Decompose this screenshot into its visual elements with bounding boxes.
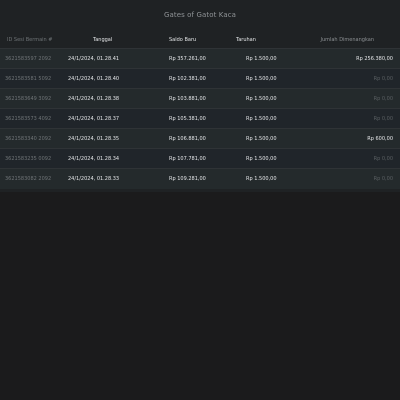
history-table: ID Sesi Bermain # Tanggal Saldo Baru Tar… <box>0 31 400 189</box>
column-header-win: Jumlah Dimenangkan <box>320 36 374 43</box>
page-title: Gates of Gatot Kaca <box>163 11 237 19</box>
balance-cell: Rp 106.881,00 <box>169 135 206 142</box>
table-row[interactable]: 3621583340 2092 24/1/2024, 01.28.35 Rp 106… <box>0 128 400 149</box>
balance-cell: Rp 103.881,00 <box>169 95 206 102</box>
table-row[interactable]: 3621583573 4092 24/1/2024, 01.28.37 Rp 105… <box>0 108 400 129</box>
column-header-date: Tanggal <box>93 36 113 43</box>
table-row[interactable]: 3621583581 5092 24/1/2024, 01.28.40 Rp 102… <box>0 68 400 89</box>
session-id-cell: 3621583597 2092 <box>5 55 52 62</box>
balance-cell: Rp 105.381,00 <box>169 115 206 122</box>
date-cell: 24/1/2024, 01.28.41 <box>68 55 120 62</box>
session-id-cell: 3621583581 5092 <box>5 75 52 82</box>
bet-cell: Rp 1.500,00 <box>246 175 277 182</box>
column-header-id: ID Sesi Bermain # <box>7 36 53 43</box>
win-amount-cell: Rp 0,00 <box>373 115 393 122</box>
column-header-bet: Taruhan <box>236 36 256 43</box>
table-row[interactable]: 3621583649 3092 24/1/2024, 01.28.38 Rp 103… <box>0 88 400 109</box>
win-amount-cell: Rp 256.380,00 <box>356 55 393 62</box>
balance-cell: Rp 109.281,00 <box>169 175 206 182</box>
date-cell: 24/1/2024, 01.28.35 <box>68 135 120 142</box>
session-id-cell: 3621583235 0092 <box>5 155 52 162</box>
bet-cell: Rp 1.500,00 <box>246 115 277 122</box>
table-row[interactable]: 3621583235 0092 24/1/2024, 01.28.34 Rp 107… <box>0 148 400 169</box>
bet-cell: Rp 1.500,00 <box>246 95 277 102</box>
session-id-cell: 3621583649 3092 <box>5 95 52 102</box>
screen: Gates of Gatot Kaca ID Sesi Bermain # Ta… <box>0 0 400 400</box>
column-header-balance: Saldo Baru <box>169 36 197 43</box>
date-cell: 24/1/2024, 01.28.40 <box>68 75 120 82</box>
table-header-row: ID Sesi Bermain # Tanggal Saldo Baru Tar… <box>0 31 400 49</box>
game-history-panel: Gates of Gatot Kaca ID Sesi Bermain # Ta… <box>0 0 400 192</box>
date-cell: 24/1/2024, 01.28.34 <box>68 155 120 162</box>
bet-cell: Rp 1.500,00 <box>246 55 277 62</box>
session-id-cell: 3621583082 2092 <box>5 175 52 182</box>
date-cell: 24/1/2024, 01.28.37 <box>68 115 120 122</box>
win-amount-cell: Rp 0,00 <box>373 155 393 162</box>
table-row[interactable]: 3621583597 2092 24/1/2024, 01.28.41 Rp 357… <box>0 48 400 69</box>
session-id-cell: 3621583340 2092 <box>5 135 52 142</box>
session-id-cell: 3621583573 4092 <box>5 115 52 122</box>
balance-cell: Rp 102.381,00 <box>169 75 206 82</box>
date-cell: 24/1/2024, 01.28.38 <box>68 95 120 102</box>
balance-cell: Rp 107.781,00 <box>169 155 206 162</box>
bet-cell: Rp 1.500,00 <box>246 135 277 142</box>
table-row[interactable]: 3621583082 2092 24/1/2024, 01.28.33 Rp 109… <box>0 168 400 189</box>
date-cell: 24/1/2024, 01.28.33 <box>68 175 120 182</box>
bet-cell: Rp 1.500,00 <box>246 75 277 82</box>
balance-cell: Rp 357.261,00 <box>169 55 206 62</box>
win-amount-cell: Rp 600,00 <box>367 135 393 142</box>
bet-cell: Rp 1.500,00 <box>246 155 277 162</box>
win-amount-cell: Rp 0,00 <box>373 175 393 182</box>
win-amount-cell: Rp 0,00 <box>373 75 393 82</box>
win-amount-cell: Rp 0,00 <box>373 95 393 102</box>
